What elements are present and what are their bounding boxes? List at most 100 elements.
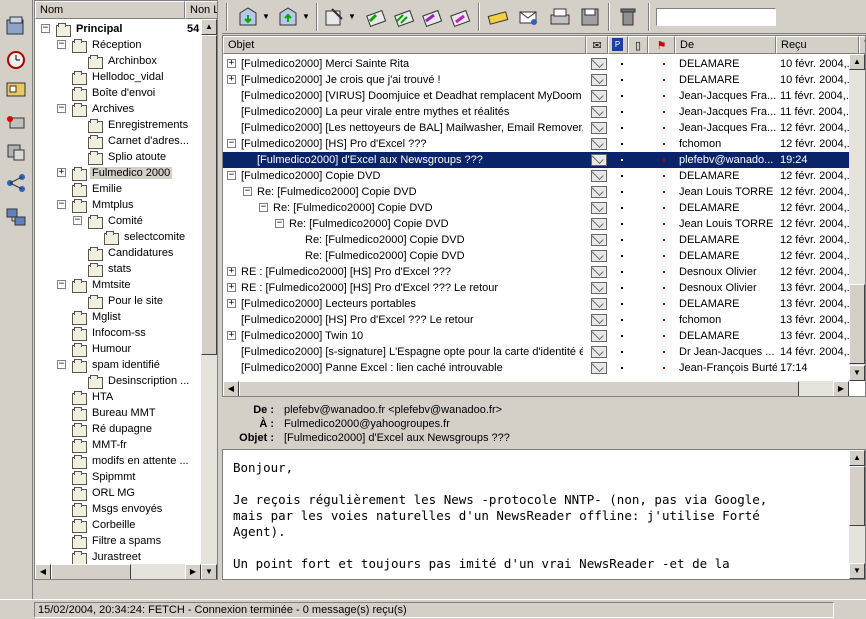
message-row[interactable]: + RE : [Fulmedico2000] [HS] Pro d'Excel ?… (223, 280, 849, 296)
message-row[interactable]: [Fulmedico2000] [VIRUS] Doomjuice et Dea… (223, 88, 849, 104)
scroll-left-button[interactable]: ◀ (35, 564, 51, 579)
tree-item[interactable]: Desinscription ... (35, 373, 201, 389)
message-row[interactable]: − Re: [Fulmedico2000] Copie DVD Jean Louis… (223, 216, 849, 232)
mailbox-icon[interactable] (4, 14, 28, 38)
tree-item[interactable]: Filtre a spams (35, 533, 201, 549)
scroll-down-button[interactable]: ▼ (849, 365, 865, 381)
tree-item[interactable]: + Fulmedico 2000 (35, 165, 201, 181)
tree-item[interactable]: Humour (35, 341, 201, 357)
tree-item[interactable]: Hellodoc_vidal (35, 69, 201, 85)
tree-item[interactable]: Emilie (35, 181, 201, 197)
scroll-right-button[interactable]: ▶ (833, 381, 849, 396)
save-icon[interactable] (578, 5, 602, 29)
message-row[interactable]: [Fulmedico2000] Panne Excel : lien caché… (223, 360, 849, 376)
scroll-thumb[interactable] (849, 466, 865, 526)
collapse-icon[interactable]: − (57, 200, 66, 209)
expand-thread-icon[interactable]: + (227, 331, 236, 340)
tree-item[interactable]: Boîte d'envoi (35, 85, 201, 101)
tree-item[interactable]: Spipmmt (35, 469, 201, 485)
tree-item[interactable]: Mglist (35, 309, 201, 325)
tree-item[interactable]: selectcomite (35, 229, 201, 245)
tree-item[interactable]: Corbeille (35, 517, 201, 533)
hscroll-thumb[interactable] (51, 564, 131, 579)
message-row[interactable]: + [Fulmedico2000] Lecteurs portables DELAM… (223, 296, 849, 312)
filter-icon[interactable] (4, 140, 28, 164)
scroll-down-button[interactable]: ▼ (849, 563, 865, 579)
alarm-clock-icon[interactable] (4, 47, 28, 71)
tree-column-unread[interactable]: Non L (185, 1, 217, 19)
collapse-thread-icon[interactable]: − (243, 187, 252, 196)
scroll-left-button[interactable]: ◀ (223, 381, 239, 396)
expand-thread-icon[interactable]: + (227, 75, 236, 84)
collapse-icon[interactable]: − (57, 40, 66, 49)
message-row[interactable]: + [Fulmedico2000] Twin 10 DELAMARE 13 févr.… (223, 328, 849, 344)
mark-read-icon[interactable] (516, 5, 540, 29)
message-row[interactable]: [Fulmedico2000] d'Excel aux Newsgroups ?… (223, 152, 849, 168)
reply-all-icon[interactable] (392, 5, 416, 29)
message-body[interactable]: Bonjour, Je reçois régulièrement les News… (222, 449, 866, 580)
tree-item[interactable]: − Principal 54 (35, 21, 201, 37)
scroll-up-button[interactable]: ▲ (849, 54, 865, 70)
expand-thread-icon[interactable]: + (227, 283, 236, 292)
collapse-thread-icon[interactable]: − (275, 219, 284, 228)
collapse-thread-icon[interactable]: − (227, 171, 236, 180)
from-value[interactable]: plefebv@wanadoo.fr <plefebv@wanadoo.fr> (284, 404, 502, 416)
message-row[interactable]: + RE : [Fulmedico2000] [HS] Pro d'Excel ?… (223, 264, 849, 280)
message-row[interactable]: [Fulmedico2000] [HS] Pro d'Excel ??? Le … (223, 312, 849, 328)
collapse-icon[interactable]: − (57, 360, 66, 369)
network-icon[interactable] (4, 171, 28, 195)
forward-icon[interactable] (420, 5, 444, 29)
scroll-up-button[interactable]: ▲ (201, 19, 217, 35)
search-input[interactable] (656, 8, 776, 26)
tree-item[interactable]: HTA (35, 389, 201, 405)
collapse-icon[interactable]: − (57, 280, 66, 289)
tree-item[interactable]: Candidatures (35, 245, 201, 261)
message-row[interactable]: Re: [Fulmedico2000] Copie DVD DELAMARE 12 … (223, 232, 849, 248)
tree-item[interactable]: − Archives (35, 101, 201, 117)
tree-item[interactable]: − Comité (35, 213, 201, 229)
tag-icon[interactable] (486, 5, 510, 29)
message-row[interactable]: − Re: [Fulmedico2000] Copie DVD DELAMARE 12… (223, 200, 849, 216)
tree-item[interactable]: − Réception (35, 37, 201, 53)
message-row[interactable]: [Fulmedico2000] La peur virale entre myt… (223, 104, 849, 120)
tree-item[interactable]: Carnet d'adres... (35, 133, 201, 149)
tree-item[interactable]: MMT-fr (35, 437, 201, 453)
expand-thread-icon[interactable]: + (227, 267, 236, 276)
scroll-up-button[interactable]: ▲ (849, 450, 865, 466)
tree-item[interactable]: Archinbox (35, 53, 201, 69)
scroll-down-button[interactable]: ▼ (201, 564, 217, 579)
tree-item[interactable]: Enregistrements (35, 117, 201, 133)
collapse-thread-icon[interactable]: − (259, 203, 268, 212)
tree-column-name[interactable]: Nom (35, 1, 185, 19)
message-row[interactable]: + [Fulmedico2000] Merci Sainte Rita DELAMA… (223, 56, 849, 72)
message-row[interactable]: − [Fulmedico2000] Copie DVD DELAMARE 12 fév… (223, 168, 849, 184)
tree-item[interactable]: Pour le site (35, 293, 201, 309)
message-body-scrollbar[interactable]: ▲ ▼ (849, 450, 865, 579)
tree-item[interactable]: − spam identifié (35, 357, 201, 373)
collapse-icon[interactable]: − (57, 104, 66, 113)
scroll-thumb[interactable] (201, 35, 217, 355)
collapse-icon[interactable]: − (41, 24, 50, 33)
redirect-icon[interactable] (448, 5, 472, 29)
rules-icon[interactable] (4, 110, 28, 134)
column-received[interactable]: Reçu (776, 36, 859, 54)
column-flag[interactable]: ⚑ (648, 36, 675, 54)
message-list-scrollbar[interactable]: ▲ ▼ (849, 54, 865, 381)
column-priority[interactable]: P (608, 36, 628, 54)
get-mail-icon[interactable] (236, 5, 260, 29)
message-row[interactable]: − [Fulmedico2000] [HS] Pro d'Excel ??? fch… (223, 136, 849, 152)
tree-item[interactable]: − Mmtplus (35, 197, 201, 213)
tree-hscrollbar[interactable]: ◀ ▶ (35, 564, 201, 579)
tree-item[interactable]: Infocom-ss (35, 325, 201, 341)
tree-item[interactable]: Bureau MMT (35, 405, 201, 421)
message-row[interactable]: + [Fulmedico2000] Je crois que j'ai trouv… (223, 72, 849, 88)
column-subject[interactable]: Objet (223, 36, 586, 54)
tree-item[interactable]: modifs en attente ... (35, 453, 201, 469)
expand-thread-icon[interactable]: + (227, 299, 236, 308)
tree-item[interactable]: Msgs envoyés (35, 501, 201, 517)
column-attachment[interactable]: ▯ (628, 36, 648, 54)
to-value[interactable]: Fulmedico2000@yahoogroupes.fr (284, 418, 450, 430)
message-list-hscrollbar[interactable]: ◀ ▶ (223, 381, 849, 396)
get-mail-dropdown-icon[interactable]: ▼ (262, 5, 270, 29)
tree-item[interactable]: Ré dupagne (35, 421, 201, 437)
